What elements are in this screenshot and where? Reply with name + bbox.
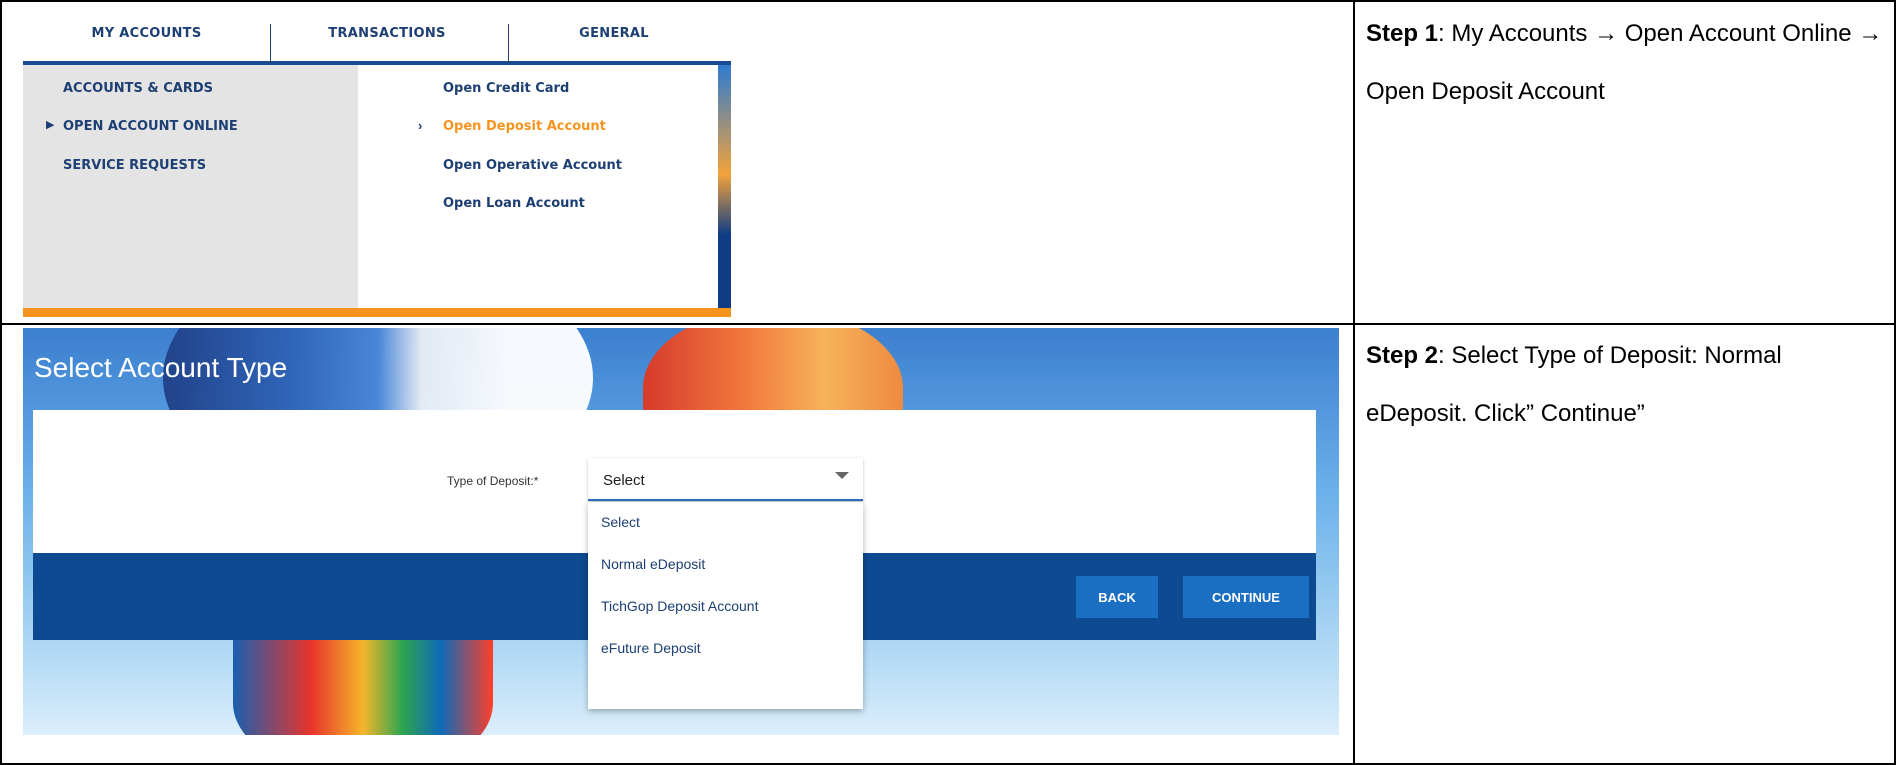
dropdown-option-efuture-deposit[interactable]: eFuture Deposit (601, 640, 701, 656)
menu-bottom-accent (23, 308, 731, 317)
chevron-right-icon: › (418, 118, 423, 133)
menu-item-open-operative-account[interactable]: Open Operative Account (443, 158, 622, 173)
table-border-top (0, 0, 1896, 2)
menu-top-bar: MY ACCOUNTS TRANSACTIONS GENERAL (23, 6, 731, 65)
balloon-image-bottom (233, 628, 493, 735)
continue-button[interactable]: CONTINUE (1183, 576, 1309, 618)
step2-label: Step 2 (1366, 342, 1439, 369)
tab-my-accounts[interactable]: MY ACCOUNTS (23, 6, 270, 61)
menu-item-accounts-cards[interactable]: ACCOUNTS & CARDS (63, 81, 213, 96)
menu-left-column (23, 65, 358, 308)
deposit-type-value: Select (603, 472, 645, 489)
step1-text: : My Accounts → Open Account Online → Op… (1366, 20, 1883, 105)
tab-general[interactable]: GENERAL (509, 6, 719, 61)
step1-menu-screenshot: MY ACCOUNTS TRANSACTIONS GENERAL ACCOUNT… (23, 6, 731, 317)
menu-item-open-credit-card[interactable]: Open Credit Card (443, 81, 569, 96)
deposit-type-dropdown: Select Normal eDeposit TichGop Deposit A… (588, 502, 863, 709)
menu-item-open-deposit-account[interactable]: Open Deposit Account (443, 119, 606, 134)
step2-description: Step 2: Select Type of Deposit: Normal e… (1366, 327, 1886, 443)
deposit-type-select[interactable]: Select (588, 458, 863, 501)
table-border-left (0, 0, 2, 765)
background-image-strip (718, 65, 731, 308)
step2-account-type-screenshot: Select Account Type Type of Deposit:* Se… (23, 328, 1339, 735)
dropdown-option-select[interactable]: Select (601, 514, 640, 530)
step1-label: Step 1 (1366, 20, 1439, 47)
menu-item-open-account-online[interactable]: OPEN ACCOUNT ONLINE (63, 119, 238, 134)
caret-right-icon: ▶ (46, 119, 55, 131)
chevron-down-icon (835, 472, 849, 479)
step1-description: Step 1: My Accounts → Open Account Onlin… (1366, 5, 1886, 121)
tab-transactions[interactable]: TRANSACTIONS (271, 6, 503, 61)
menu-right-column (358, 65, 718, 308)
back-button[interactable]: BACK (1076, 576, 1158, 618)
page-title: Select Account Type (34, 352, 288, 383)
dropdown-option-normal-edeposit[interactable]: Normal eDeposit (601, 556, 705, 572)
table-col-divider (1353, 0, 1355, 765)
table-row-divider (0, 323, 1896, 325)
deposit-type-label: Type of Deposit:* (447, 474, 539, 488)
menu-item-open-loan-account[interactable]: Open Loan Account (443, 196, 585, 211)
menu-item-service-requests[interactable]: SERVICE REQUESTS (63, 158, 206, 173)
dropdown-option-tichgop-deposit[interactable]: TichGop Deposit Account (601, 598, 758, 614)
